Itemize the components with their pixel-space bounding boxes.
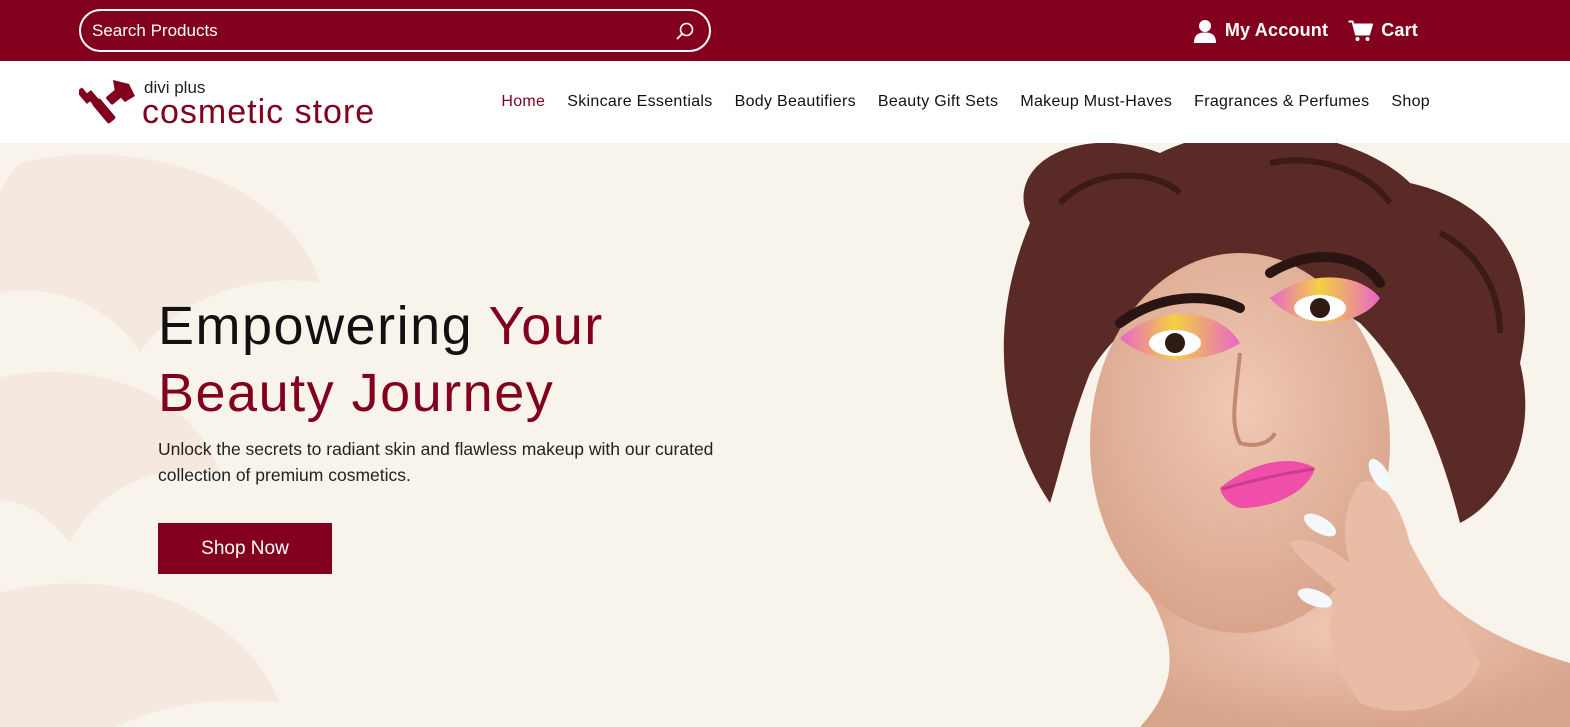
- my-account-link[interactable]: My Account: [1193, 19, 1328, 43]
- background-leaf-decoration: [0, 154, 320, 727]
- nav-home[interactable]: Home: [501, 93, 545, 111]
- shop-now-button[interactable]: Shop Now: [158, 523, 332, 574]
- nav-beauty-gift-sets[interactable]: Beauty Gift Sets: [878, 93, 998, 111]
- hero-description: Unlock the secrets to radiant skin and f…: [158, 439, 714, 485]
- hero-title: Empowering Your Beauty Journey: [158, 293, 604, 427]
- nav-makeup-must-haves[interactable]: Makeup Must-Haves: [1020, 93, 1172, 111]
- my-account-label: My Account: [1224, 20, 1329, 40]
- user-icon: [1193, 19, 1217, 43]
- nav-fragrances-perfumes[interactable]: Fragrances & Perfumes: [1194, 93, 1369, 111]
- cart-link[interactable]: Cart: [1348, 20, 1418, 42]
- hero-title-line2: Beauty Journey: [158, 363, 555, 423]
- model-portrait-image: [1003, 143, 1570, 727]
- hero-section: Empowering Your Beauty Journey Unlock th…: [0, 143, 1570, 727]
- nav-skincare-essentials[interactable]: Skincare Essentials: [567, 93, 712, 111]
- logo[interactable]: divi plus cosmetic store: [79, 78, 379, 131]
- nav-shop[interactable]: Shop: [1391, 93, 1430, 111]
- search-input[interactable]: [92, 20, 675, 41]
- hero-title-part1: Empowering: [158, 296, 489, 356]
- top-bar: My Account Cart: [0, 0, 1570, 61]
- search-box[interactable]: [79, 9, 711, 52]
- nav-body-beautifiers[interactable]: Body Beautifiers: [735, 93, 856, 111]
- main-nav: Home Skincare Essentials Body Beautifier…: [501, 61, 1430, 143]
- top-links: My Account Cart: [1193, 0, 1418, 61]
- cosmetics-logo-icon: [79, 80, 135, 124]
- main-header: divi plus cosmetic store Home Skincare E…: [0, 61, 1570, 143]
- cart-label: Cart: [1381, 20, 1418, 40]
- search-icon[interactable]: [675, 21, 695, 41]
- cart-icon: [1348, 20, 1374, 42]
- logo-title: cosmetic store: [142, 93, 376, 131]
- hero-title-part2: Your: [488, 296, 604, 356]
